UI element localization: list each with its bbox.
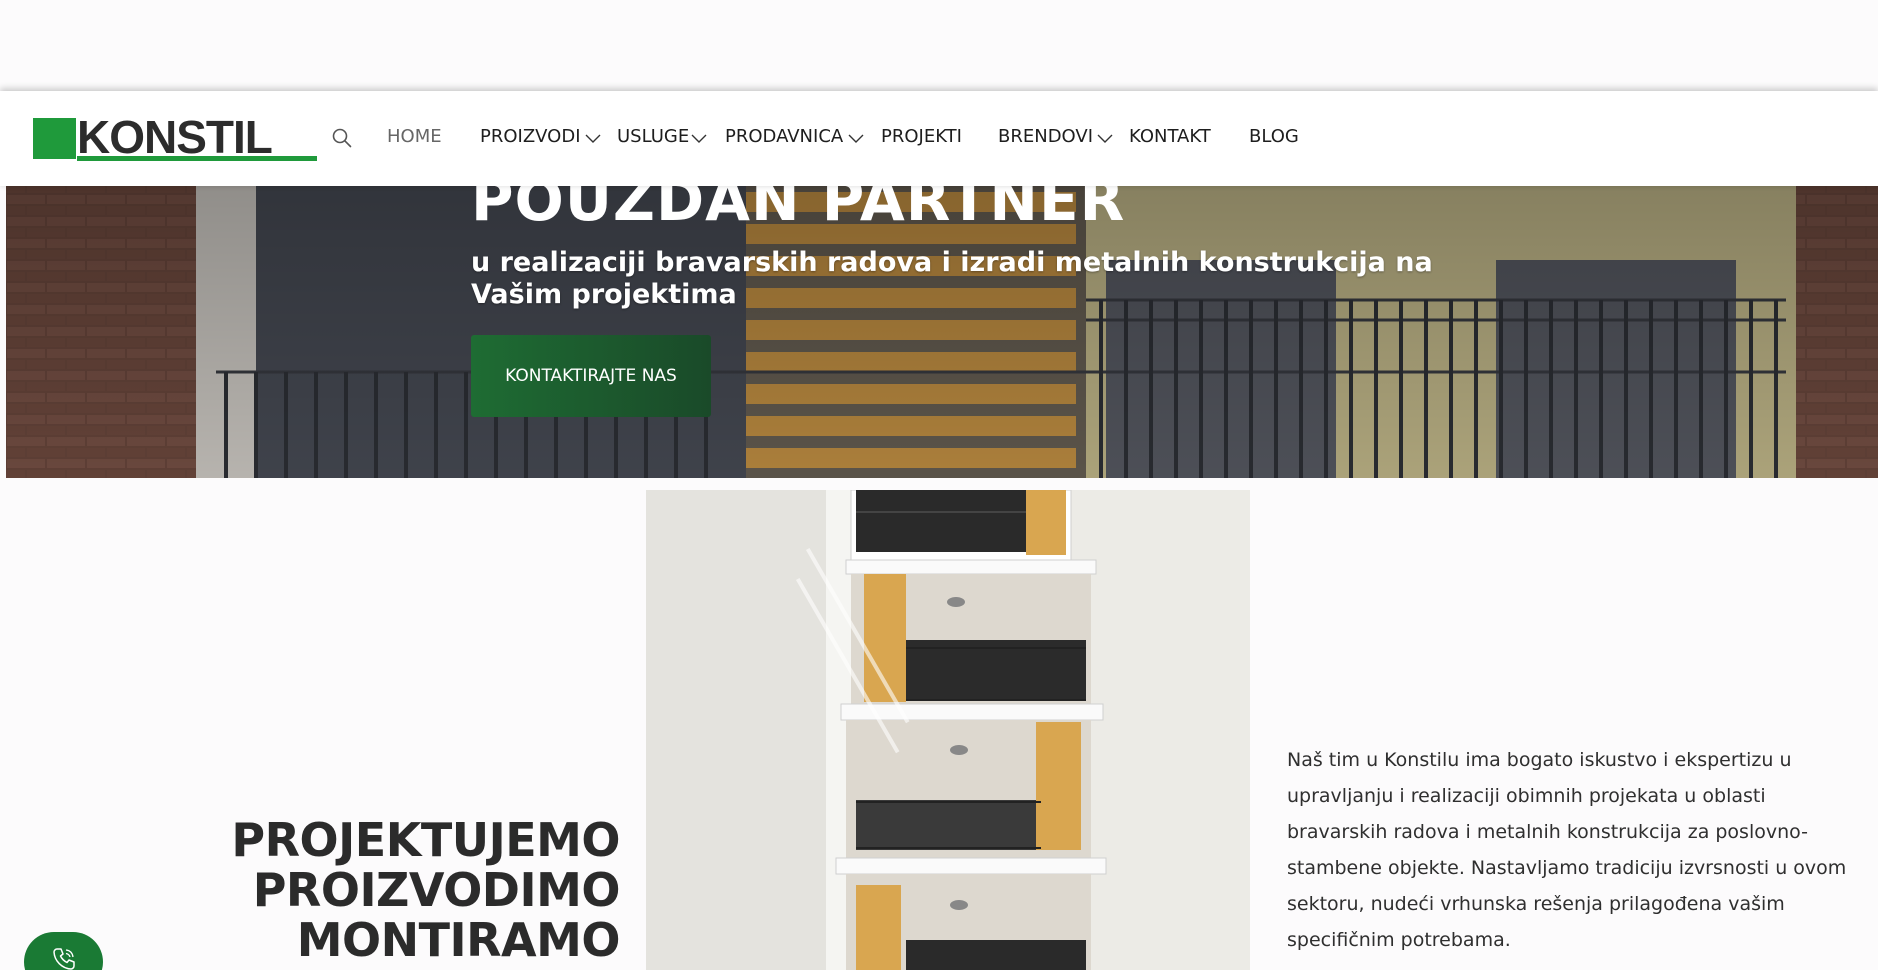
nav-home[interactable]: HOME [387, 125, 442, 149]
nav-proizvodi[interactable]: PROIZVODI [480, 125, 581, 149]
nav-brendovi[interactable]: BRENDOVI [998, 125, 1093, 149]
building-image [646, 490, 1250, 970]
chevron-down-icon[interactable] [847, 133, 865, 145]
headline-line-2: PROIZVODIMO [252, 863, 621, 917]
nav-blog[interactable]: BLOG [1249, 125, 1299, 149]
search-icon[interactable] [330, 126, 354, 150]
chevron-down-icon[interactable] [1096, 133, 1114, 145]
logo-square [33, 118, 76, 159]
chevron-down-icon[interactable] [690, 133, 708, 145]
konstil-logo[interactable]: KONSTIL [33, 112, 317, 162]
phone-icon [52, 948, 75, 970]
headline-line-3: MONTIRAMO [296, 913, 621, 967]
hero-banner: POUZDAN PARTNER u realizaciji bravarskih… [6, 150, 1878, 478]
nav-kontakt[interactable]: KONTAKT [1129, 125, 1211, 149]
contact-us-button[interactable]: KONTAKTIRAJTE NAS [471, 335, 711, 417]
call-button[interactable] [24, 932, 103, 970]
about-description: Naš tim u Konstilu ima bogato iskustvo i… [1287, 749, 1847, 951]
headline-line-1: PROJEKTUJEMO [231, 813, 620, 867]
nav-prodavnica[interactable]: PRODAVNICA [725, 125, 843, 149]
logo-text: KONSTIL [77, 111, 273, 163]
hero-subtitle: u realizaciji bravarskih radova i izradi… [471, 247, 1433, 310]
nav-usluge[interactable]: USLUGE [617, 125, 689, 149]
nav-projekti[interactable]: PROJEKTI [881, 125, 962, 149]
chevron-down-icon[interactable] [584, 133, 602, 145]
logo-underline [77, 156, 317, 161]
services-headline: PROJEKTUJEMO PROIZVODIMO MONTIRAMO [231, 815, 620, 965]
site-header: KONSTIL HOME PROIZVODI USLUGE PRODAVNICA… [0, 91, 1878, 186]
page: KONSTIL HOME PROIZVODI USLUGE PRODAVNICA… [0, 0, 1878, 970]
